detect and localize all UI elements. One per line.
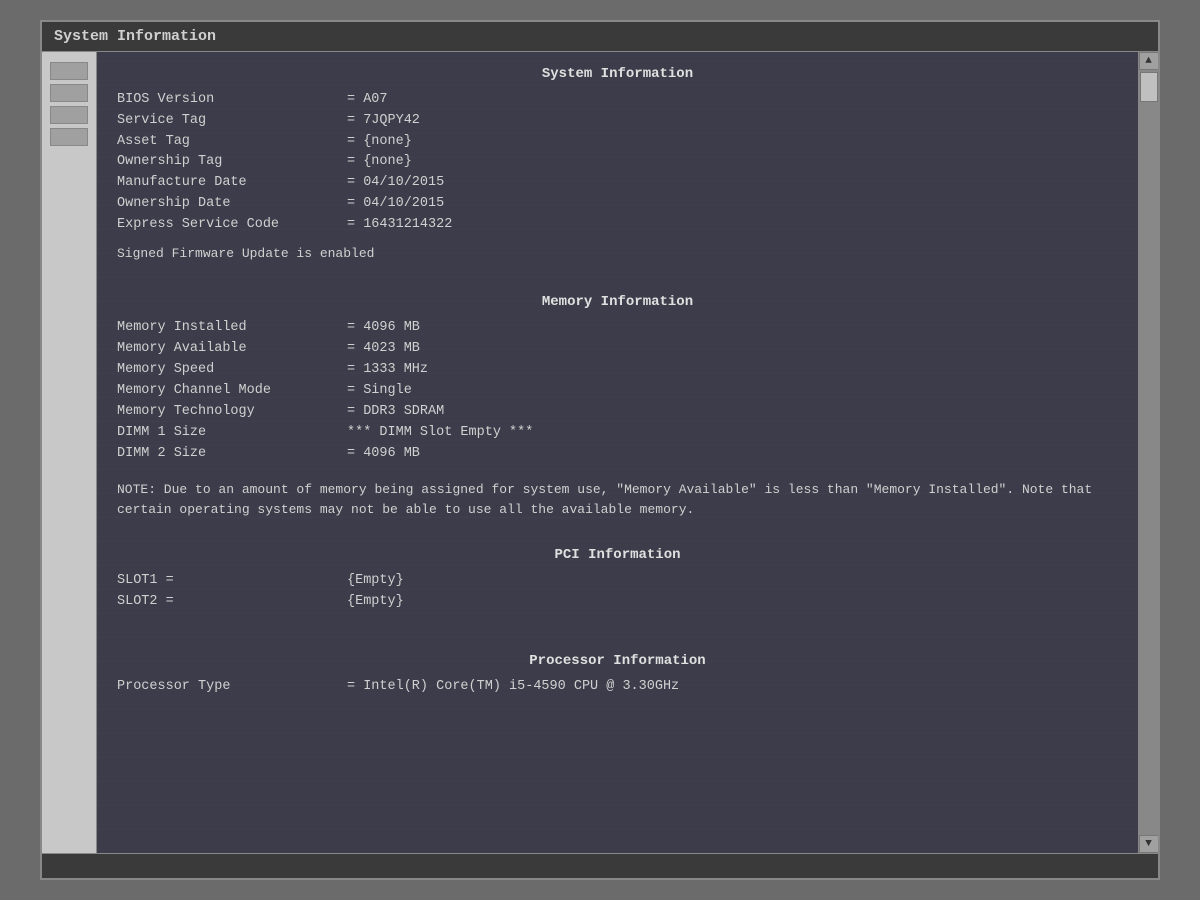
gap-3 — [117, 525, 1118, 543]
table-row: Memory Speed= 1333 MHz — [117, 360, 1118, 381]
row-value: = 7JQPY42 — [347, 111, 420, 132]
memory-note: NOTE: Due to an amount of memory being a… — [117, 480, 1118, 519]
table-row: Processor Type= Intel(R) Core(TM) i5-459… — [117, 677, 1118, 698]
row-value: = Single — [347, 381, 412, 402]
row-label: DIMM 2 Size — [117, 444, 347, 465]
window-title: System Information — [54, 28, 216, 45]
table-row: Memory Channel Mode= Single — [117, 381, 1118, 402]
table-row: DIMM 1 Size*** DIMM Slot Empty *** — [117, 423, 1118, 444]
content-area: System Information BIOS Version= A07Serv… — [42, 52, 1158, 853]
scroll-up-arrow[interactable]: ▲ — [1139, 52, 1159, 70]
row-value: = 4096 MB — [347, 318, 420, 339]
row-label: Memory Available — [117, 339, 347, 360]
row-value: = A07 — [347, 90, 388, 111]
row-label: Processor Type — [117, 677, 347, 698]
row-label: DIMM 1 Size — [117, 423, 347, 444]
table-row: SLOT2 ={Empty} — [117, 592, 1118, 613]
sidebar-block-4 — [50, 128, 88, 146]
main-panel: System Information BIOS Version= A07Serv… — [97, 52, 1138, 853]
left-sidebar — [42, 52, 97, 853]
table-row: Express Service Code= 16431214322 — [117, 215, 1118, 236]
row-label: Memory Speed — [117, 360, 347, 381]
pci-info-rows: SLOT1 ={Empty}SLOT2 ={Empty} — [117, 571, 1118, 613]
table-row: Memory Available= 4023 MB — [117, 339, 1118, 360]
table-row: Ownership Tag= {none} — [117, 152, 1118, 173]
firmware-note: Signed Firmware Update is enabled — [117, 244, 1118, 264]
row-value: = 16431214322 — [347, 215, 452, 236]
bottom-bar — [42, 853, 1158, 878]
memory-info-title: Memory Information — [117, 292, 1118, 314]
row-value: = 1333 MHz — [347, 360, 428, 381]
scroll-down-arrow[interactable]: ▼ — [1139, 835, 1159, 853]
row-value: = {none} — [347, 152, 412, 173]
row-label: Asset Tag — [117, 132, 347, 153]
table-row: Memory Installed= 4096 MB — [117, 318, 1118, 339]
scroll-track[interactable] — [1139, 70, 1158, 835]
gap-2 — [117, 464, 1118, 474]
info-content: System Information BIOS Version= A07Serv… — [97, 52, 1138, 853]
row-value: = {none} — [347, 132, 412, 153]
row-label: Memory Technology — [117, 402, 347, 423]
processor-info-title: Processor Information — [117, 651, 1118, 673]
row-value: *** DIMM Slot Empty *** — [347, 423, 533, 444]
window-title-bar: System Information — [42, 22, 1158, 52]
row-label: Ownership Date — [117, 194, 347, 215]
row-value: = DDR3 SDRAM — [347, 402, 444, 423]
row-label: SLOT1 = — [117, 571, 347, 592]
table-row: Service Tag= 7JQPY42 — [117, 111, 1118, 132]
row-value: = 04/10/2015 — [347, 194, 444, 215]
table-row: SLOT1 ={Empty} — [117, 571, 1118, 592]
row-label: Express Service Code — [117, 215, 347, 236]
sidebar-block-1 — [50, 62, 88, 80]
processor-info-rows: Processor Type= Intel(R) Core(TM) i5-459… — [117, 677, 1118, 698]
sidebar-block-2 — [50, 84, 88, 102]
scroll-thumb[interactable] — [1140, 72, 1158, 102]
gap-5 — [117, 631, 1118, 649]
row-value: {Empty} — [347, 592, 404, 613]
gap-1 — [117, 272, 1118, 290]
table-row: BIOS Version= A07 — [117, 90, 1118, 111]
table-row: Asset Tag= {none} — [117, 132, 1118, 153]
bios-window: System Information System Information BI… — [40, 20, 1160, 880]
row-value: = Intel(R) Core(TM) i5-4590 CPU @ 3.30GH… — [347, 677, 679, 698]
scrollbar[interactable]: ▲ ▼ — [1138, 52, 1158, 853]
row-label: SLOT2 = — [117, 592, 347, 613]
system-info-rows: BIOS Version= A07Service Tag= 7JQPY42Ass… — [117, 90, 1118, 236]
pci-info-title: PCI Information — [117, 545, 1118, 567]
row-label: Memory Installed — [117, 318, 347, 339]
row-label: Service Tag — [117, 111, 347, 132]
table-row: Ownership Date= 04/10/2015 — [117, 194, 1118, 215]
row-value: = 4023 MB — [347, 339, 420, 360]
memory-info-rows: Memory Installed= 4096 MBMemory Availabl… — [117, 318, 1118, 464]
system-info-title: System Information — [117, 64, 1118, 86]
row-label: Manufacture Date — [117, 173, 347, 194]
sidebar-block-3 — [50, 106, 88, 124]
table-row: DIMM 2 Size= 4096 MB — [117, 444, 1118, 465]
table-row: Memory Technology= DDR3 SDRAM — [117, 402, 1118, 423]
row-value: = 04/10/2015 — [347, 173, 444, 194]
row-value: = 4096 MB — [347, 444, 420, 465]
row-label: BIOS Version — [117, 90, 347, 111]
row-value: {Empty} — [347, 571, 404, 592]
gap-4 — [117, 613, 1118, 631]
row-label: Ownership Tag — [117, 152, 347, 173]
outer-container: System Information System Information BI… — [0, 0, 1200, 900]
row-label: Memory Channel Mode — [117, 381, 347, 402]
table-row: Manufacture Date= 04/10/2015 — [117, 173, 1118, 194]
